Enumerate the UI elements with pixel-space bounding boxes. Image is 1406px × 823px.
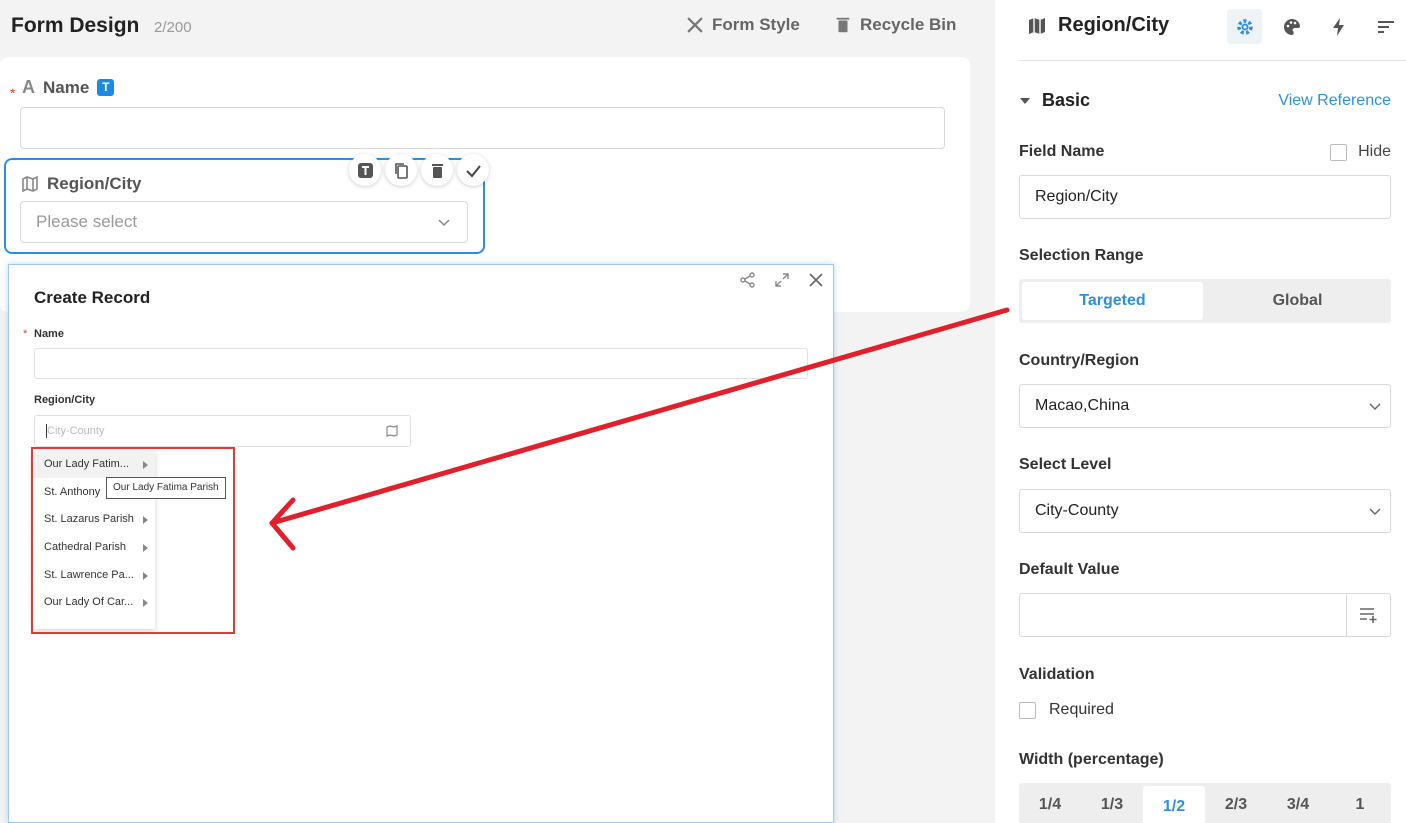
region-field-label: Region/City <box>22 174 141 194</box>
select-level-value: City-County <box>1035 502 1119 519</box>
create-record-dialog: Create Record * Name Region/City City-Co… <box>8 264 834 823</box>
field-count: 2/200 <box>154 19 192 36</box>
select-level-select[interactable]: City-County <box>1019 489 1391 533</box>
expand-icon[interactable] <box>773 271 791 289</box>
chevron-down-icon <box>1369 400 1381 412</box>
tools-icon <box>686 16 704 34</box>
text-type-badge: T <box>97 79 114 96</box>
dialog-name-input[interactable] <box>34 348 808 379</box>
form-style-label: Form Style <box>712 15 800 35</box>
name-label: Name <box>43 78 89 98</box>
validation-label: Validation <box>1019 666 1095 684</box>
map-icon <box>22 176 38 192</box>
tab-style[interactable] <box>1274 9 1309 44</box>
default-value-label: Default Value <box>1019 561 1119 579</box>
highlight-box <box>31 447 235 634</box>
confirm-button[interactable] <box>457 154 489 186</box>
add-list-icon <box>1359 606 1379 624</box>
section-basic-toggle[interactable]: Basic <box>1020 90 1090 111</box>
hide-checkbox[interactable]: Hide <box>1330 143 1391 161</box>
text-type-icon <box>357 162 374 179</box>
dialog-title: Create Record <box>34 288 150 308</box>
region-city-field[interactable]: Region/City Please select <box>4 158 485 254</box>
required-checkbox[interactable]: Required <box>1019 701 1114 719</box>
collapse-triangle-icon <box>1020 98 1030 104</box>
width-option[interactable]: 2/3 <box>1205 783 1267 823</box>
region-label: Region/City <box>47 174 141 194</box>
range-option-global[interactable]: Global <box>1207 282 1388 320</box>
country-region-label: Country/Region <box>1019 352 1139 370</box>
range-option-targeted[interactable]: Targeted <box>1022 282 1203 320</box>
recycle-bin-label: Recycle Bin <box>860 15 956 35</box>
divider <box>1019 60 1406 61</box>
palette-icon <box>1282 17 1302 37</box>
close-icon[interactable] <box>807 271 825 289</box>
check-icon <box>465 162 482 179</box>
name-input[interactable] <box>20 107 945 149</box>
width-label: Width (percentage) <box>1019 751 1164 769</box>
recycle-bin-button[interactable]: Recycle Bin <box>834 15 956 35</box>
panel-title: Region/City <box>1058 14 1169 37</box>
properties-panel: Region/City Basic View Reference Field N… <box>995 0 1406 823</box>
select-level-label: Select Level <box>1019 456 1112 474</box>
country-region-value: Macao,China <box>1035 397 1129 414</box>
gear-icon <box>1235 17 1255 37</box>
selection-range-toggle: Targeted Global <box>1019 279 1391 323</box>
required-label: Required <box>1049 701 1114 719</box>
text-field-icon: A <box>22 77 35 98</box>
tab-settings[interactable] <box>1227 9 1262 44</box>
text-type-button[interactable] <box>349 154 381 186</box>
default-value-input[interactable] <box>1019 593 1391 637</box>
field-name-input[interactable]: Region/City <box>1019 175 1391 219</box>
region-select[interactable]: Please select <box>20 201 468 243</box>
name-field-label: A Name T <box>22 77 114 98</box>
design-toolbar: Form Design 2/200 Form Style Recycle Bin <box>0 0 995 52</box>
share-icon[interactable] <box>739 271 757 289</box>
map-icon <box>386 425 398 437</box>
copy-icon <box>393 162 410 179</box>
chevron-down-icon <box>437 215 451 229</box>
tab-sort[interactable] <box>1368 9 1403 44</box>
sort-icon <box>1376 17 1396 37</box>
field-name-label: Field Name <box>1019 143 1104 161</box>
width-option[interactable]: 1 <box>1329 783 1391 823</box>
chevron-down-icon <box>1369 505 1381 517</box>
default-value-formula-button[interactable] <box>1346 594 1390 636</box>
delete-button[interactable] <box>421 154 453 186</box>
required-marker: * <box>10 85 15 101</box>
dialog-actions <box>739 271 825 289</box>
trash-icon <box>834 16 852 34</box>
page-title: Form Design <box>11 14 139 38</box>
width-option[interactable]: 1/4 <box>1019 783 1081 823</box>
checkbox-box[interactable] <box>1330 144 1347 161</box>
panel-tabs <box>1227 9 1403 44</box>
text-caret <box>46 424 47 438</box>
checkbox-box[interactable] <box>1019 702 1036 719</box>
width-option[interactable]: 1/3 <box>1081 783 1143 823</box>
section-title: Basic <box>1042 90 1090 111</box>
map-icon <box>1028 17 1046 35</box>
trash-icon <box>429 162 446 179</box>
selection-range-label: Selection Range <box>1019 247 1143 265</box>
panel-header: Region/City <box>1028 14 1169 37</box>
width-option[interactable]: 3/4 <box>1267 783 1329 823</box>
dialog-region-label: Region/City <box>34 394 95 406</box>
width-option[interactable]: 1/2 <box>1143 786 1205 823</box>
required-marker: * <box>23 328 27 340</box>
dialog-region-placeholder: City-County <box>47 425 104 437</box>
country-region-select[interactable]: Macao,China <box>1019 384 1391 428</box>
form-design-area: Form Design 2/200 Form Style Recycle Bin… <box>0 0 995 823</box>
form-style-button[interactable]: Form Style <box>686 15 800 35</box>
view-reference-link[interactable]: View Reference <box>1278 92 1391 110</box>
copy-button[interactable] <box>385 154 417 186</box>
hide-label: Hide <box>1358 143 1391 161</box>
dialog-name-label: Name <box>34 328 64 340</box>
field-toolbar <box>349 154 489 186</box>
tab-events[interactable] <box>1321 9 1356 44</box>
width-toggle: 1/4 1/3 1/2 2/3 3/4 1 <box>1019 783 1391 823</box>
region-placeholder: Please select <box>36 212 137 232</box>
dialog-region-input[interactable]: City-County <box>34 415 411 447</box>
lightning-icon <box>1329 17 1349 37</box>
